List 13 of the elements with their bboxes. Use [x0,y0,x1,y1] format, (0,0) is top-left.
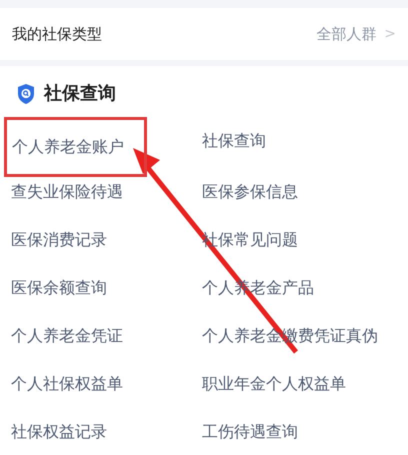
search-shield-icon [16,82,36,104]
section-title: 我的社保类型 [12,24,102,45]
menu-item[interactable]: 社保查询 [191,117,408,165]
menu-item[interactable]: 医保参保信息 [191,168,408,216]
menu-item[interactable]: 个人社保权益单 [0,360,191,408]
menu-item[interactable]: 个人养老金凭证 [0,312,191,360]
menu-item[interactable]: 社保权益记录 [0,408,191,455]
menu-item[interactable]: 职业年金个人权益单 [191,360,408,408]
highlighted-menu-item[interactable]: 个人养老金账户 [4,117,147,177]
menu-item[interactable]: 工伤待遇查询 [191,408,408,455]
card-title: 社保查询 [44,82,116,106]
menu-item[interactable]: 医保消费记录 [0,216,191,264]
menu-item[interactable]: 医保余额查询 [0,264,191,312]
